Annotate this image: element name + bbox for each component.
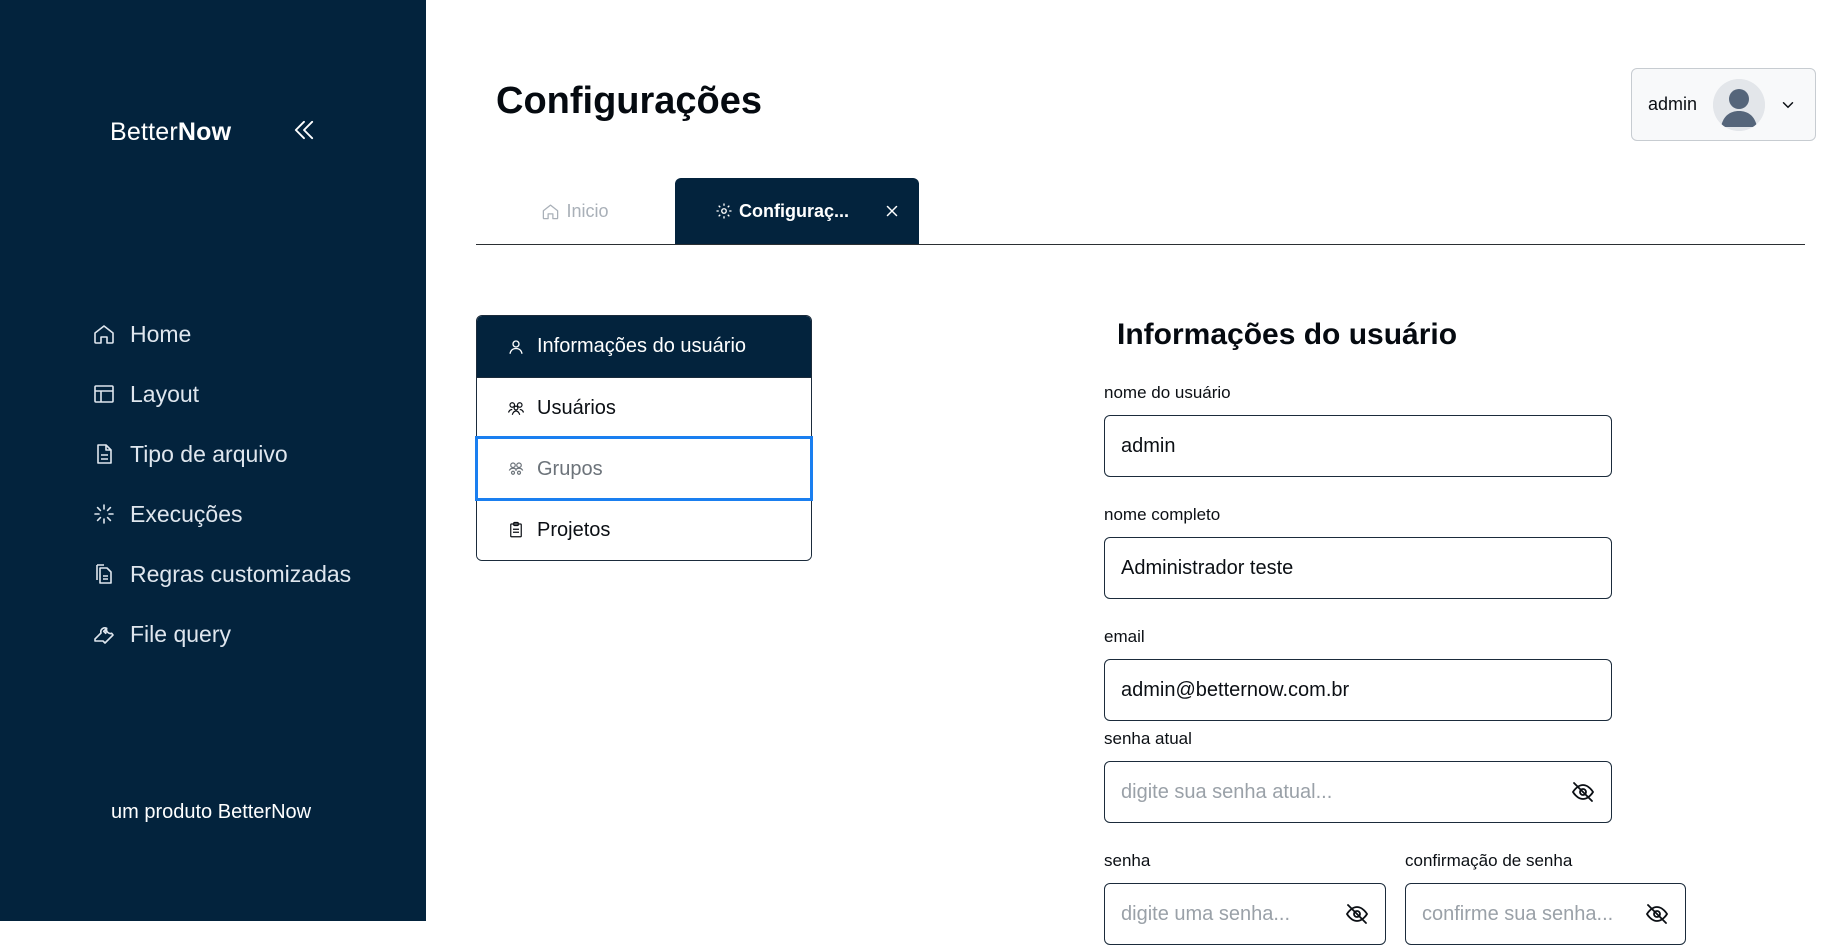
eye-off-icon[interactable] <box>1571 780 1595 804</box>
settings-item-label: Usuários <box>537 396 616 419</box>
loader-icon <box>94 504 114 524</box>
layout-icon <box>94 385 114 403</box>
settings-menu: Informações do usuário Usuários Grupos P… <box>475 315 813 561</box>
tab-configuracoes[interactable]: Configuraç... <box>675 178 919 244</box>
tab-bar: Inicio Configuraç... <box>476 178 1805 245</box>
clipboard-icon <box>510 521 522 538</box>
settings-item-usuarios[interactable]: Usuários <box>477 377 811 438</box>
sidebar-item-label: File query <box>130 620 231 647</box>
email-value: admin@betternow.com.br <box>1121 678 1350 701</box>
tab-label: Inicio <box>566 200 609 221</box>
user-menu[interactable]: admin <box>1631 68 1816 141</box>
page-title: Configurações <box>496 80 763 122</box>
sidebar: BetterNow Home Layout Tipo de arquivo Ex… <box>0 0 426 921</box>
tab-inicio[interactable]: Inicio <box>476 178 674 244</box>
user-name: admin <box>1648 94 1698 114</box>
wrench-icon <box>94 627 114 644</box>
files-icon <box>96 564 112 584</box>
close-icon[interactable] <box>883 202 901 220</box>
user-avatar-icon <box>1713 78 1766 131</box>
sidebar-item-home[interactable]: Home <box>92 304 351 364</box>
file-icon <box>97 444 112 464</box>
sidebar-item-tipo-de-arquivo[interactable]: Tipo de arquivo <box>92 424 351 484</box>
sidebar-item-label: Layout <box>130 380 200 407</box>
sidebar-item-layout[interactable]: Layout <box>92 364 351 424</box>
email-field[interactable]: admin@betternow.com.br <box>1104 659 1612 721</box>
settings-item-label: Informações do usuário <box>537 335 747 357</box>
collapse-sidebar-icon[interactable] <box>290 116 318 144</box>
brand-logo: BetterNow <box>110 118 232 146</box>
settings-item-label: Projetos <box>537 518 611 541</box>
current-password-field[interactable]: digite sua senha atual... <box>1104 761 1612 823</box>
current-password-placeholder: digite sua senha atual... <box>1121 780 1333 803</box>
eye-off-icon[interactable] <box>1345 902 1369 926</box>
settings-item-label: Grupos <box>537 457 603 480</box>
current-password-label: senha atual <box>1104 729 1192 748</box>
home-icon <box>543 204 559 219</box>
settings-item-grupos[interactable]: Grupos <box>475 436 813 501</box>
password-placeholder: digite uma senha... <box>1121 902 1290 925</box>
confirm-password-field[interactable]: confirme sua senha... <box>1405 883 1686 945</box>
sidebar-item-label: Tipo de arquivo <box>130 440 288 467</box>
sidebar-item-execucoes[interactable]: Execuções <box>92 484 351 544</box>
confirm-password-placeholder: confirme sua senha... <box>1422 902 1614 925</box>
sidebar-item-file-query[interactable]: File query <box>92 604 351 664</box>
sidebar-item-label: Regras customizadas <box>130 560 352 587</box>
username-value: admin <box>1121 434 1176 457</box>
fullname-value: Administrador teste <box>1121 556 1294 579</box>
sidebar-footer: um produto BetterNow <box>111 801 312 823</box>
fullname-label: nome completo <box>1104 505 1221 524</box>
user-icon <box>509 339 523 354</box>
eye-off-icon[interactable] <box>1645 902 1669 926</box>
gear-icon <box>716 203 732 219</box>
password-label: senha <box>1104 851 1151 870</box>
form-title: Informações do usuário <box>1117 318 1458 351</box>
email-label: email <box>1104 627 1145 646</box>
home-icon <box>94 325 114 344</box>
fullname-field[interactable]: Administrador teste <box>1104 537 1612 599</box>
users-icon <box>507 402 525 415</box>
sidebar-nav: Home Layout Tipo de arquivo Execuções Re… <box>92 304 351 664</box>
settings-item-informacoes-usuario[interactable]: Informações do usuário <box>477 316 811 377</box>
sidebar-item-regras-customizadas[interactable]: Regras customizadas <box>92 544 351 604</box>
avatar <box>1713 78 1766 131</box>
sidebar-item-label: Execuções <box>130 500 243 527</box>
confirm-password-label: confirmação de senha <box>1405 851 1573 870</box>
username-label: nome do usuário <box>1104 383 1231 402</box>
groups-icon <box>508 462 524 475</box>
username-field[interactable]: admin <box>1104 415 1612 477</box>
password-field[interactable]: digite uma senha... <box>1104 883 1386 945</box>
chevron-down-icon <box>1782 101 1794 108</box>
sidebar-item-label: Home <box>130 320 192 347</box>
tab-label: Configuraç... <box>739 200 850 221</box>
settings-item-projetos[interactable]: Projetos <box>477 499 811 560</box>
